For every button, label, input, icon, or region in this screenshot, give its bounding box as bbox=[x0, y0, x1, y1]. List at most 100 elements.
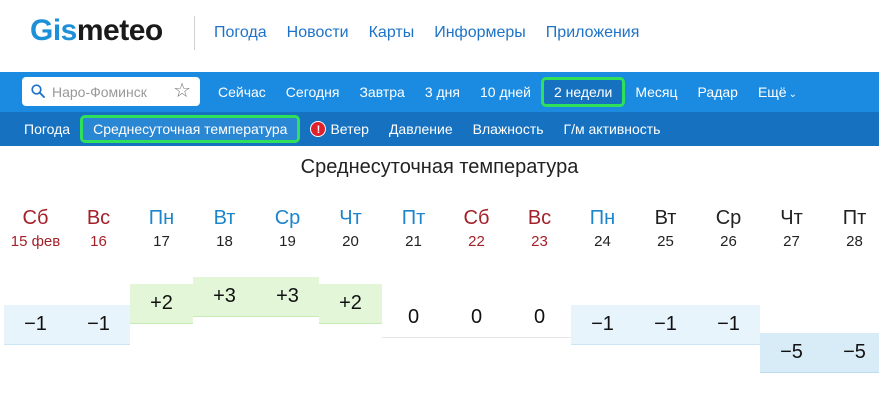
temperature-value: −5 bbox=[843, 341, 866, 363]
gismeteo-logo[interactable]: Gismeteo bbox=[30, 14, 163, 48]
daily-temperature-cell: −1 bbox=[4, 305, 67, 345]
day-date: 15 фев bbox=[10, 233, 61, 250]
favorite-star-icon[interactable]: ☆ bbox=[173, 79, 191, 103]
day-of-week: Пн bbox=[148, 207, 175, 229]
day-of-week: Пт bbox=[401, 207, 426, 229]
day-date: 27 bbox=[783, 233, 800, 250]
top-navigation: Погода Новости Карты Информеры Приложени… bbox=[214, 24, 659, 42]
temperature-value: −1 bbox=[654, 313, 677, 335]
top-nav-apps[interactable]: Приложения bbox=[546, 24, 640, 42]
city-search-input[interactable] bbox=[52, 81, 172, 102]
temperature-value: 0 bbox=[407, 306, 420, 328]
temperature-value: −1 bbox=[717, 313, 740, 335]
day-header: Пн 17 bbox=[130, 205, 193, 253]
day-header: Пн 24 bbox=[571, 205, 634, 253]
day-header: Чт 20 bbox=[319, 205, 382, 253]
day-of-week: Вс bbox=[527, 207, 552, 229]
logo-part-gis: Gis bbox=[30, 14, 77, 47]
temperature-value: 0 bbox=[533, 306, 546, 328]
period-tab-today[interactable]: Сегодня bbox=[276, 77, 350, 107]
city-search-box: ☆ bbox=[22, 77, 200, 106]
logo-part-meteo: meteo bbox=[76, 14, 163, 47]
period-tab-radar[interactable]: Радар bbox=[688, 77, 748, 107]
day-date: 28 bbox=[846, 233, 863, 250]
period-tab-month[interactable]: Месяц bbox=[625, 77, 687, 107]
temperature-value: +2 bbox=[339, 292, 362, 314]
daily-temperature-cell: 0 bbox=[508, 298, 571, 338]
day-date: 21 bbox=[405, 233, 422, 250]
param-tab-humidity[interactable]: Влажность bbox=[463, 115, 554, 143]
daily-temperature-cell: −1 bbox=[67, 305, 130, 345]
top-nav-news[interactable]: Новости bbox=[287, 24, 349, 42]
parameter-bar: Погода Среднесуточная температура ! Ветер Да… bbox=[0, 112, 879, 146]
day-of-week: Чт bbox=[780, 207, 803, 229]
day-header: Вс 16 bbox=[67, 205, 130, 253]
temperature-value: +3 bbox=[213, 285, 236, 307]
period-tab-label: Радар bbox=[697, 84, 738, 100]
daily-temperature-cell: 0 bbox=[382, 298, 445, 338]
site-header: Gismeteo Погода Новости Карты Информеры … bbox=[0, 0, 879, 72]
day-of-week: Вт bbox=[213, 207, 236, 229]
period-tab-3-days[interactable]: 3 дня bbox=[415, 77, 470, 107]
daily-temperature-cell: −1 bbox=[571, 305, 634, 345]
param-tab-geomagnetic[interactable]: Г/м активность bbox=[554, 115, 671, 143]
daily-temperature-cell: −1 bbox=[697, 305, 760, 345]
param-tab-avg-temperature[interactable]: Среднесуточная температура bbox=[80, 115, 301, 143]
section-title: Среднесуточная температура bbox=[300, 156, 579, 178]
param-tab-label: Г/м активность bbox=[563, 121, 661, 137]
period-tab-2-weeks[interactable]: 2 недели bbox=[540, 77, 626, 107]
period-tab-more[interactable]: Ещё ⌄ bbox=[748, 77, 807, 107]
chevron-down-icon: ⌄ bbox=[788, 89, 797, 100]
param-tab-label: Среднесуточная температура bbox=[93, 121, 288, 137]
period-tab-label: Сегодня bbox=[285, 84, 340, 100]
parameter-navigation: Погода Среднесуточная температура ! Ветер Да… bbox=[14, 112, 670, 146]
param-tab-label: Погода bbox=[24, 121, 71, 137]
day-date: 25 bbox=[657, 233, 674, 250]
period-tab-label: 10 дней bbox=[479, 84, 531, 100]
daily-temperature-cell: −5 bbox=[760, 333, 823, 373]
day-header: Сб 22 bbox=[445, 205, 508, 253]
daily-temperature-cell: −1 bbox=[634, 305, 697, 345]
period-tab-now[interactable]: Сейчас bbox=[208, 77, 276, 107]
period-bar: ☆ Сейчас Сегодня Завтра 3 дня 10 дней 2 недел… bbox=[0, 72, 879, 112]
day-date: 24 bbox=[594, 233, 611, 250]
period-tab-label: Завтра bbox=[359, 84, 405, 100]
period-navigation: Сейчас Сегодня Завтра 3 дня 10 дней 2 недели М… bbox=[208, 72, 807, 112]
day-of-week: Пт bbox=[842, 207, 867, 229]
param-tab-weather[interactable]: Погода bbox=[14, 115, 80, 143]
daily-temperature-cell: +2 bbox=[130, 284, 193, 324]
day-header: Вт 18 bbox=[193, 205, 256, 253]
period-tab-tomorrow[interactable]: Завтра bbox=[349, 77, 414, 107]
temperature-value: −1 bbox=[87, 313, 110, 335]
temperature-value: −1 bbox=[591, 313, 614, 335]
period-tab-10-days[interactable]: 10 дней bbox=[470, 77, 541, 107]
daily-temperature-cell: −5 bbox=[823, 333, 879, 373]
day-date: 17 bbox=[153, 233, 170, 250]
day-header: Ср 26 bbox=[697, 205, 760, 253]
top-nav-weather[interactable]: Погода bbox=[214, 24, 267, 42]
param-tab-label: Давление bbox=[388, 121, 453, 137]
day-of-week: Чт bbox=[339, 207, 362, 229]
day-header: Вт 25 bbox=[634, 205, 697, 253]
day-of-week: Ср bbox=[715, 207, 742, 229]
period-tab-label: Месяц bbox=[635, 84, 678, 100]
day-of-week: Ср bbox=[274, 207, 301, 229]
param-tab-pressure[interactable]: Давление bbox=[379, 115, 463, 143]
days-row: Сб 15 фев Вс 16 Пн 17 Вт 18 Ср 19 Чт 20 Пт 21 Сб 22 Вс 23… bbox=[0, 205, 879, 265]
daily-temperature-cell: +3 bbox=[193, 277, 256, 317]
daily-temperature-cell: +3 bbox=[256, 277, 319, 317]
header-divider bbox=[194, 16, 195, 50]
param-tab-wind[interactable]: ! Ветер bbox=[300, 115, 379, 143]
day-of-week: Вт bbox=[654, 207, 677, 229]
day-of-week: Сб bbox=[22, 207, 49, 229]
day-date: 23 bbox=[531, 233, 548, 250]
search-icon bbox=[31, 84, 45, 98]
param-tab-label: Влажность bbox=[472, 121, 544, 137]
period-tab-label: Ещё bbox=[757, 84, 787, 100]
day-header: Пт 21 bbox=[382, 205, 445, 253]
top-nav-informers[interactable]: Информеры bbox=[434, 24, 526, 42]
day-date: 22 bbox=[468, 233, 485, 250]
param-tab-label: Ветер bbox=[330, 121, 369, 137]
day-of-week: Вс bbox=[86, 207, 111, 229]
top-nav-maps[interactable]: Карты bbox=[369, 24, 415, 42]
